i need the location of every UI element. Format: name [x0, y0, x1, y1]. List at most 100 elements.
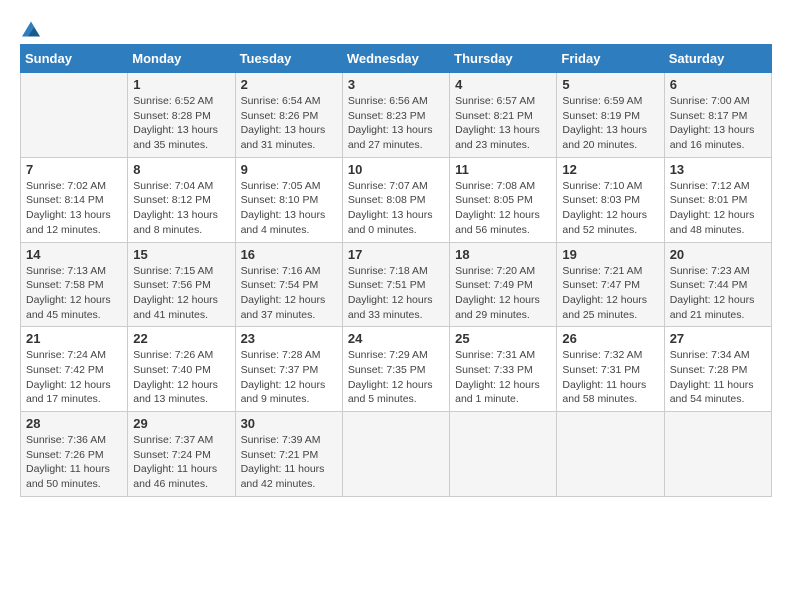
calendar-cell: 28Sunrise: 7:36 AMSunset: 7:26 PMDayligh… — [21, 412, 128, 497]
day-info: Sunrise: 6:54 AMSunset: 8:26 PMDaylight:… — [241, 94, 337, 153]
calendar-week-row: 1 Sunrise: 6:52 AMSunset: 8:28 PMDaylight… — [21, 73, 772, 158]
calendar-cell: 16 Sunrise: 7:16 AMSunset: 7:54 PMDayligh… — [235, 242, 342, 327]
calendar-cell: 4 Sunrise: 6:57 AMSunset: 8:21 PMDaylight… — [450, 73, 557, 158]
day-info: Sunrise: 7:12 AMSunset: 8:01 PMDaylight:… — [670, 179, 766, 238]
day-info: Sunrise: 7:20 AMSunset: 7:49 PMDaylight:… — [455, 264, 551, 323]
calendar-cell: 2 Sunrise: 6:54 AMSunset: 8:26 PMDaylight… — [235, 73, 342, 158]
day-number: 4 — [455, 77, 551, 92]
day-number: 15 — [133, 247, 229, 262]
day-info: Sunrise: 7:24 AMSunset: 7:42 PMDaylight:… — [26, 348, 122, 407]
day-number: 30 — [241, 416, 337, 431]
calendar-cell: 8 Sunrise: 7:04 AMSunset: 8:12 PMDaylight… — [128, 157, 235, 242]
calendar-header-row: SundayMondayTuesdayWednesdayThursdayFrid… — [21, 45, 772, 73]
day-number: 14 — [26, 247, 122, 262]
calendar-cell: 3 Sunrise: 6:56 AMSunset: 8:23 PMDaylight… — [342, 73, 449, 158]
calendar-cell: 18 Sunrise: 7:20 AMSunset: 7:49 PMDayligh… — [450, 242, 557, 327]
day-number: 19 — [562, 247, 658, 262]
day-info: Sunrise: 7:18 AMSunset: 7:51 PMDaylight:… — [348, 264, 444, 323]
header-day-tuesday: Tuesday — [235, 45, 342, 73]
calendar-cell: 13 Sunrise: 7:12 AMSunset: 8:01 PMDayligh… — [664, 157, 771, 242]
day-number: 3 — [348, 77, 444, 92]
calendar-cell — [557, 412, 664, 497]
day-number: 18 — [455, 247, 551, 262]
day-number: 5 — [562, 77, 658, 92]
calendar-cell — [21, 73, 128, 158]
day-number: 23 — [241, 331, 337, 346]
day-info: Sunrise: 6:57 AMSunset: 8:21 PMDaylight:… — [455, 94, 551, 153]
day-number: 9 — [241, 162, 337, 177]
calendar-cell — [450, 412, 557, 497]
calendar-cell: 25 Sunrise: 7:31 AMSunset: 7:33 PMDayligh… — [450, 327, 557, 412]
day-info: Sunrise: 7:32 AMSunset: 7:31 PMDaylight:… — [562, 348, 658, 407]
day-number: 12 — [562, 162, 658, 177]
calendar-cell — [664, 412, 771, 497]
day-info: Sunrise: 7:39 AMSunset: 7:21 PMDaylight:… — [241, 433, 337, 492]
calendar-cell: 5 Sunrise: 6:59 AMSunset: 8:19 PMDaylight… — [557, 73, 664, 158]
day-number: 16 — [241, 247, 337, 262]
header-day-wednesday: Wednesday — [342, 45, 449, 73]
calendar-cell: 1 Sunrise: 6:52 AMSunset: 8:28 PMDaylight… — [128, 73, 235, 158]
day-number: 8 — [133, 162, 229, 177]
day-info: Sunrise: 6:56 AMSunset: 8:23 PMDaylight:… — [348, 94, 444, 153]
day-info: Sunrise: 7:16 AMSunset: 7:54 PMDaylight:… — [241, 264, 337, 323]
calendar-cell: 17Sunrise: 7:18 AMSunset: 7:51 PMDayligh… — [342, 242, 449, 327]
day-info: Sunrise: 6:52 AMSunset: 8:28 PMDaylight:… — [133, 94, 229, 153]
day-number: 24 — [348, 331, 444, 346]
header-day-friday: Friday — [557, 45, 664, 73]
day-number: 21 — [26, 331, 122, 346]
calendar-cell: 19 Sunrise: 7:21 AMSunset: 7:47 PMDayligh… — [557, 242, 664, 327]
day-info: Sunrise: 7:05 AMSunset: 8:10 PMDaylight:… — [241, 179, 337, 238]
calendar-cell: 24 Sunrise: 7:29 AMSunset: 7:35 PMDayligh… — [342, 327, 449, 412]
day-info: Sunrise: 7:13 AMSunset: 7:58 PMDaylight:… — [26, 264, 122, 323]
calendar-week-row: 14 Sunrise: 7:13 AMSunset: 7:58 PMDayligh… — [21, 242, 772, 327]
calendar-cell: 11 Sunrise: 7:08 AMSunset: 8:05 PMDayligh… — [450, 157, 557, 242]
calendar-cell: 27Sunrise: 7:34 AMSunset: 7:28 PMDayligh… — [664, 327, 771, 412]
day-info: Sunrise: 7:28 AMSunset: 7:37 PMDaylight:… — [241, 348, 337, 407]
calendar-cell: 23 Sunrise: 7:28 AMSunset: 7:37 PMDayligh… — [235, 327, 342, 412]
calendar-cell: 15Sunrise: 7:15 AMSunset: 7:56 PMDayligh… — [128, 242, 235, 327]
day-info: Sunrise: 6:59 AMSunset: 8:19 PMDaylight:… — [562, 94, 658, 153]
calendar-cell: 6 Sunrise: 7:00 AMSunset: 8:17 PMDaylight… — [664, 73, 771, 158]
day-info: Sunrise: 7:00 AMSunset: 8:17 PMDaylight:… — [670, 94, 766, 153]
header-day-sunday: Sunday — [21, 45, 128, 73]
header-day-saturday: Saturday — [664, 45, 771, 73]
day-info: Sunrise: 7:34 AMSunset: 7:28 PMDaylight:… — [670, 348, 766, 407]
day-number: 6 — [670, 77, 766, 92]
calendar-cell: 26 Sunrise: 7:32 AMSunset: 7:31 PMDayligh… — [557, 327, 664, 412]
day-number: 11 — [455, 162, 551, 177]
calendar-cell: 22 Sunrise: 7:26 AMSunset: 7:40 PMDayligh… — [128, 327, 235, 412]
calendar-cell: 29 Sunrise: 7:37 AMSunset: 7:24 PMDayligh… — [128, 412, 235, 497]
day-number: 29 — [133, 416, 229, 431]
logo-icon — [22, 20, 40, 38]
day-info: Sunrise: 7:29 AMSunset: 7:35 PMDaylight:… — [348, 348, 444, 407]
calendar-week-row: 7Sunrise: 7:02 AMSunset: 8:14 PMDaylight… — [21, 157, 772, 242]
calendar-cell: 30 Sunrise: 7:39 AMSunset: 7:21 PMDayligh… — [235, 412, 342, 497]
day-number: 2 — [241, 77, 337, 92]
calendar-cell: 9 Sunrise: 7:05 AMSunset: 8:10 PMDaylight… — [235, 157, 342, 242]
calendar-cell: 14 Sunrise: 7:13 AMSunset: 7:58 PMDayligh… — [21, 242, 128, 327]
calendar-week-row: 21 Sunrise: 7:24 AMSunset: 7:42 PMDayligh… — [21, 327, 772, 412]
logo — [20, 20, 40, 34]
day-info: Sunrise: 7:04 AMSunset: 8:12 PMDaylight:… — [133, 179, 229, 238]
header-day-thursday: Thursday — [450, 45, 557, 73]
day-info: Sunrise: 7:10 AMSunset: 8:03 PMDaylight:… — [562, 179, 658, 238]
day-info: Sunrise: 7:08 AMSunset: 8:05 PMDaylight:… — [455, 179, 551, 238]
day-number: 13 — [670, 162, 766, 177]
day-number: 1 — [133, 77, 229, 92]
day-number: 25 — [455, 331, 551, 346]
day-info: Sunrise: 7:07 AMSunset: 8:08 PMDaylight:… — [348, 179, 444, 238]
header-day-monday: Monday — [128, 45, 235, 73]
calendar-week-row: 28Sunrise: 7:36 AMSunset: 7:26 PMDayligh… — [21, 412, 772, 497]
day-number: 26 — [562, 331, 658, 346]
day-info: Sunrise: 7:23 AMSunset: 7:44 PMDaylight:… — [670, 264, 766, 323]
day-info: Sunrise: 7:21 AMSunset: 7:47 PMDaylight:… — [562, 264, 658, 323]
day-number: 22 — [133, 331, 229, 346]
day-info: Sunrise: 7:37 AMSunset: 7:24 PMDaylight:… — [133, 433, 229, 492]
calendar-cell: 7Sunrise: 7:02 AMSunset: 8:14 PMDaylight… — [21, 157, 128, 242]
calendar-cell: 21 Sunrise: 7:24 AMSunset: 7:42 PMDayligh… — [21, 327, 128, 412]
day-info: Sunrise: 7:26 AMSunset: 7:40 PMDaylight:… — [133, 348, 229, 407]
day-info: Sunrise: 7:02 AMSunset: 8:14 PMDaylight:… — [26, 179, 122, 238]
day-info: Sunrise: 7:31 AMSunset: 7:33 PMDaylight:… — [455, 348, 551, 407]
page-header — [20, 20, 772, 34]
calendar-cell: 20Sunrise: 7:23 AMSunset: 7:44 PMDayligh… — [664, 242, 771, 327]
